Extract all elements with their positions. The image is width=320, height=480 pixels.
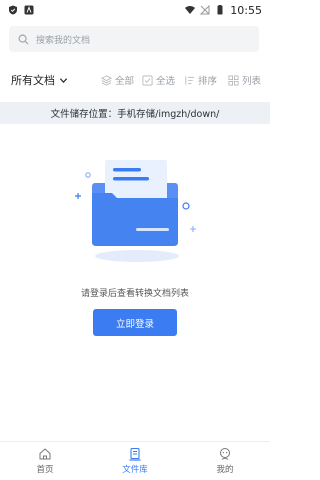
login-hint-text: 请登录后查看转换文档列表 (80, 289, 189, 299)
app-notification-icon (24, 5, 34, 15)
list-label: 列表 (242, 76, 262, 87)
checkbox-icon (142, 75, 153, 85)
battery-icon (217, 5, 223, 15)
sort-icon (185, 75, 195, 85)
login-button[interactable]: 立即登录 (93, 309, 177, 336)
profile-icon (220, 448, 230, 460)
no-signal-icon (200, 5, 210, 15)
search-placeholder: 搜索我的文档 (36, 35, 91, 46)
layers-icon (101, 74, 112, 86)
folder-dropdown[interactable]: 所有文档 (11, 72, 68, 88)
list-view-button[interactable]: 列表 (228, 73, 261, 87)
storage-path-banner: 文件储存位置：手机存储/imgzh/down/ (0, 102, 270, 124)
nav-item-profile[interactable]: 我的 (180, 442, 270, 480)
shield-icon (9, 5, 17, 15)
bottom-nav: 首页 文件库 我的 (0, 441, 270, 480)
select-all-button[interactable]: 全选 (142, 73, 175, 87)
all-label: 全部 (115, 76, 135, 87)
sort-label: 排序 (198, 76, 218, 87)
chevron-down-icon (59, 77, 68, 83)
home-icon (39, 448, 51, 460)
status-left (8, 5, 34, 15)
all-button[interactable]: 全部 (101, 73, 134, 87)
grid-icon (228, 75, 239, 85)
wifi-icon (185, 5, 196, 14)
document-library-icon (129, 447, 141, 461)
sort-button[interactable]: 排序 (184, 73, 217, 87)
status-bar: 10:55 (0, 0, 270, 20)
status-time: 10:55 (230, 3, 262, 17)
folder-dropdown-label: 所有文档 (11, 74, 55, 87)
status-right: 10:55 (185, 4, 262, 17)
select-all-label: 全选 (156, 76, 176, 87)
nav-home-label: 首页 (36, 465, 54, 475)
nav-item-home[interactable]: 首页 (0, 442, 90, 480)
empty-folder-illustration (75, 160, 196, 262)
search-input[interactable]: 搜索我的文档 (9, 26, 259, 52)
storage-path-text: 文件储存位置：手机存储/imgzh/down/ (50, 109, 220, 120)
search-icon (18, 34, 29, 44)
nav-profile-label: 我的 (216, 465, 234, 475)
nav-item-file-library[interactable]: 文件库 (90, 442, 180, 480)
toolbar: 所有文档 全部 全选 排序 列表 (0, 66, 270, 94)
nav-file-library-label: 文件库 (122, 465, 148, 475)
